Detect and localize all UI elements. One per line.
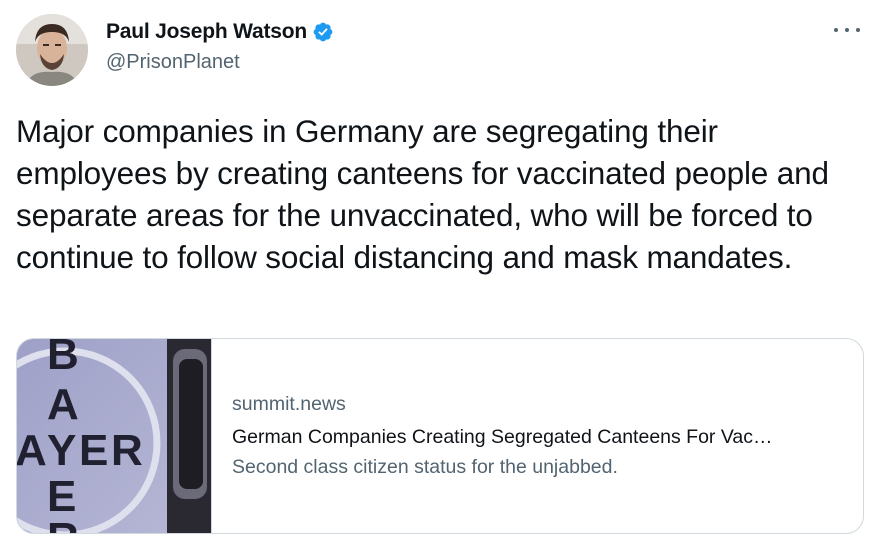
user-info: Paul Joseph Watson @PrisonPlanet <box>106 18 334 76</box>
avatar-photo-icon <box>16 14 88 86</box>
tweet: Paul Joseph Watson @PrisonPlanet Major c… <box>0 0 882 554</box>
more-dot <box>834 28 838 32</box>
name-row: Paul Joseph Watson <box>106 18 334 46</box>
more-dot <box>845 28 849 32</box>
svg-text:E: E <box>79 426 108 475</box>
link-card-domain: summit.news <box>232 393 346 415</box>
svg-text:A: A <box>17 426 47 475</box>
link-card-description: Second class citizen status for the unja… <box>232 456 618 478</box>
bayer-logo-thumbnail: B A A Y E R E R <box>17 339 212 533</box>
user-handle[interactable]: @PrisonPlanet <box>106 48 334 76</box>
svg-text:B: B <box>47 339 79 379</box>
svg-text:R: R <box>47 514 79 533</box>
link-card-title: German Companies Creating Segregated Can… <box>232 426 773 448</box>
tweet-text: Major companies in Germany are segregati… <box>16 113 829 275</box>
more-options-icon[interactable] <box>834 20 860 40</box>
svg-text:Y: Y <box>47 426 76 475</box>
link-card[interactable]: B A A Y E R E R summit.news German Compa… <box>16 338 864 534</box>
more-dot <box>856 28 860 32</box>
display-name[interactable]: Paul Joseph Watson <box>106 18 307 46</box>
svg-text:A: A <box>47 380 79 429</box>
link-card-body: summit.news German Companies Creating Se… <box>212 339 863 533</box>
svg-text:R: R <box>111 426 143 475</box>
verified-badge-icon <box>312 21 334 43</box>
avatar[interactable] <box>16 14 88 86</box>
bayer-logo-icon: B A A Y E R E R <box>17 339 211 533</box>
